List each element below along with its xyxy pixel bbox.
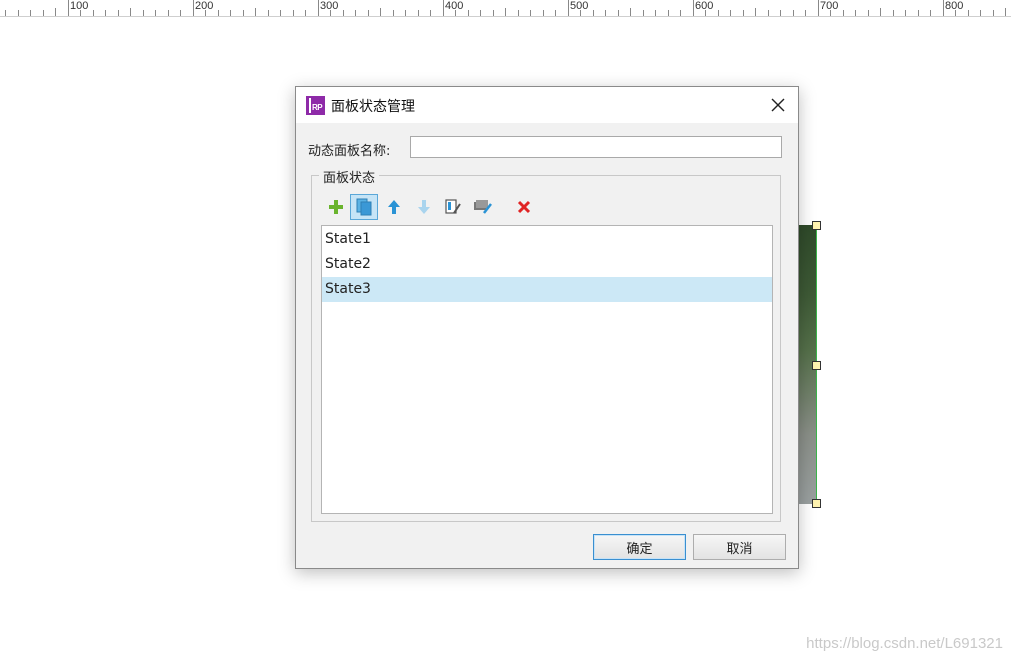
add-icon (329, 200, 343, 214)
panel-state-manager-dialog: RP 面板状态管理 动态面板名称: 面板状态 State1 State2 Sta… (295, 86, 799, 569)
move-up-icon (388, 200, 400, 214)
edit-all-states-button[interactable] (469, 194, 497, 220)
ruler-label: 800 (945, 0, 964, 12)
watermark-text: https://blog.csdn.net/L691321 (806, 635, 1003, 652)
dialog-titlebar[interactable]: RP 面板状态管理 (296, 87, 798, 123)
panel-states-group-label: 面板状态 (319, 167, 380, 186)
horizontal-ruler: 100 200 300 400 500 600 700 800 (0, 0, 1011, 17)
list-item-state1[interactable]: State1 (322, 227, 772, 252)
edit-all-icon (474, 200, 492, 214)
resize-handle-top-right[interactable] (812, 221, 821, 230)
list-item-state3[interactable]: State3 (322, 277, 772, 302)
dialog-title: 面板状态管理 (331, 99, 415, 115)
resize-handle-right[interactable] (812, 361, 821, 370)
list-item-state2[interactable]: State2 (322, 252, 772, 277)
delete-icon (517, 200, 531, 214)
states-list[interactable]: State1 State2 State3 (321, 225, 773, 514)
move-down-icon (418, 200, 430, 214)
panel-name-label: 动态面板名称: (308, 144, 391, 159)
ok-button[interactable]: 确定 (593, 534, 686, 560)
resize-handle-bottom-right[interactable] (812, 499, 821, 508)
ruler-label: 500 (570, 0, 589, 12)
duplicate-state-button[interactable] (350, 194, 378, 220)
ruler-label: 600 (695, 0, 714, 12)
add-state-button[interactable] (322, 194, 350, 220)
move-up-button[interactable] (380, 194, 408, 220)
move-down-button[interactable] (410, 194, 438, 220)
delete-state-button[interactable] (510, 194, 538, 220)
ruler-label: 100 (70, 0, 89, 12)
axure-rp-app-icon: RP (306, 96, 325, 115)
ruler-label: 200 (195, 0, 214, 12)
close-icon (771, 98, 785, 112)
ruler-label: 400 (445, 0, 464, 12)
cancel-button[interactable]: 取消 (693, 534, 786, 560)
ruler-label: 300 (320, 0, 339, 12)
close-button[interactable] (766, 93, 790, 117)
ruler-label: 700 (820, 0, 839, 12)
edit-state-icon (445, 199, 461, 214)
duplicate-icon (356, 198, 372, 216)
ruler-ticks (5, 0, 1006, 16)
panel-name-input[interactable] (410, 136, 782, 158)
edit-state-button[interactable] (439, 194, 467, 220)
